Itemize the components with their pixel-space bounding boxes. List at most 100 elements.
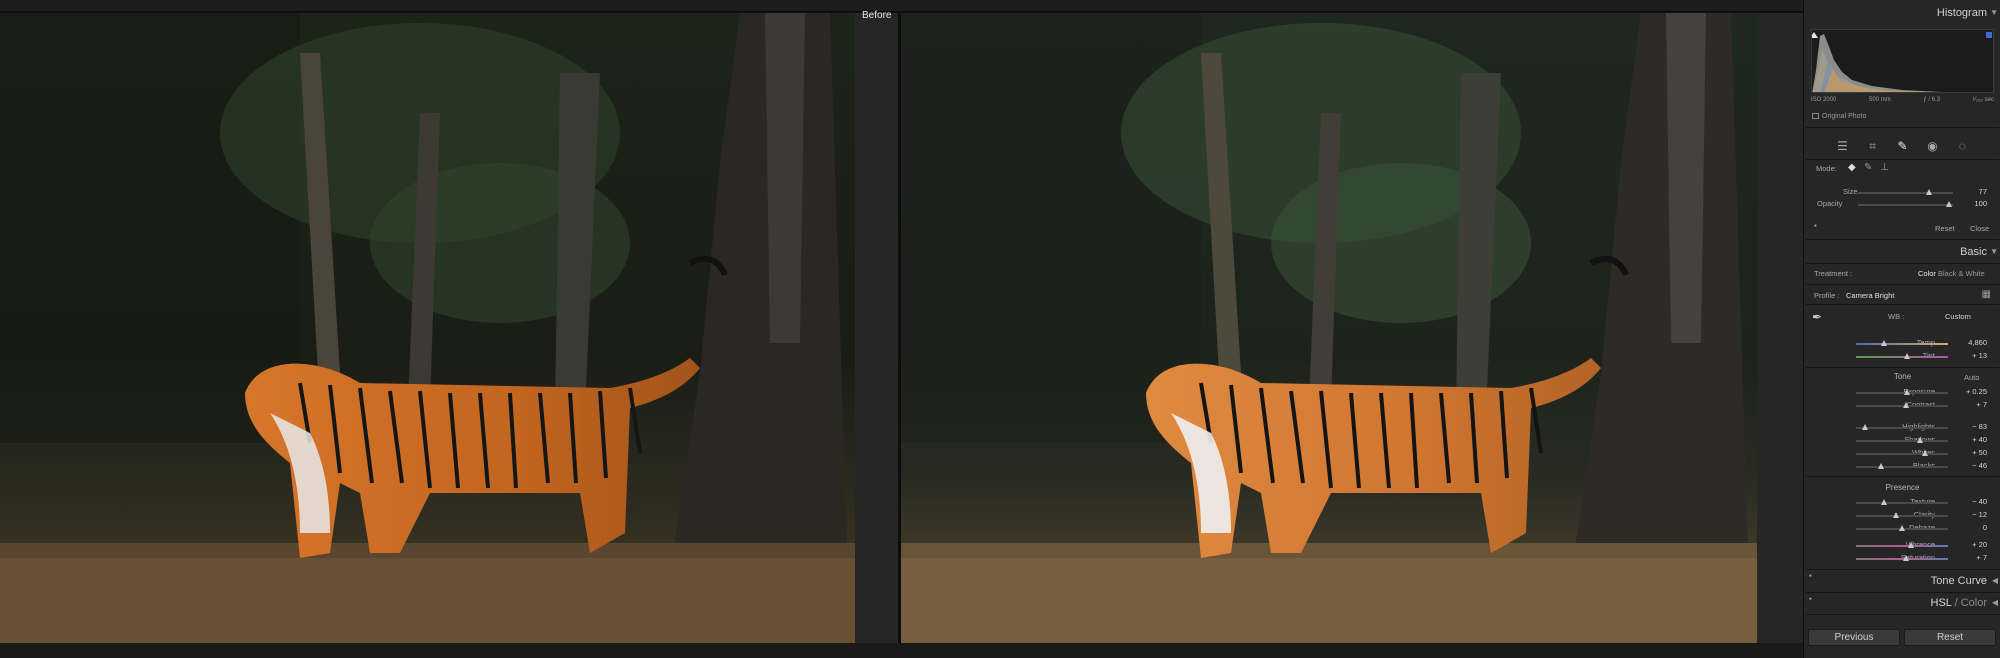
slider-knob[interactable] bbox=[1917, 437, 1924, 443]
red-eye-icon[interactable]: ◉ bbox=[1926, 139, 1940, 153]
previous-button[interactable]: Previous bbox=[1808, 629, 1900, 646]
clone-mode-icon[interactable]: ✎ bbox=[1864, 162, 1872, 173]
slider-knob[interactable] bbox=[1903, 389, 1910, 395]
slider-knob[interactable] bbox=[1899, 525, 1905, 531]
slider-value[interactable]: + 50 bbox=[1957, 448, 1987, 457]
tone-curve-title: Tone Curve bbox=[1930, 575, 1987, 587]
slider-knob[interactable] bbox=[1862, 424, 1869, 430]
separator bbox=[1806, 127, 1999, 128]
after-image[interactable] bbox=[901, 13, 1757, 643]
treatment-label: Treatment : bbox=[1814, 269, 1853, 278]
slider-track[interactable] bbox=[1856, 466, 1948, 468]
separator bbox=[1806, 367, 1999, 368]
panel-toggle-icon[interactable]: ▪ bbox=[1814, 221, 1817, 230]
slider-value[interactable]: − 83 bbox=[1957, 422, 1987, 431]
slider-knob[interactable] bbox=[1908, 542, 1915, 548]
histogram-header[interactable]: Histogram ▼ bbox=[1804, 4, 2000, 22]
slider-value[interactable]: + 13 bbox=[1957, 351, 1987, 360]
presence-label: Presence bbox=[1885, 483, 1920, 492]
opacity-slider-knob[interactable] bbox=[1946, 201, 1952, 207]
separator bbox=[1806, 284, 1999, 285]
color-title[interactable]: Color bbox=[1961, 597, 1987, 609]
opacity-value[interactable]: 100 bbox=[1957, 199, 1987, 208]
slider-knob[interactable] bbox=[1893, 512, 1900, 518]
slider-track[interactable] bbox=[1856, 515, 1948, 517]
slider-track[interactable] bbox=[1856, 545, 1948, 547]
slider-track[interactable] bbox=[1856, 453, 1948, 455]
collapse-triangle-icon[interactable]: ▼ bbox=[1990, 243, 1998, 261]
profile-browser-icon[interactable]: ▦ bbox=[1982, 289, 1991, 300]
edit-sliders-icon[interactable]: ☰ bbox=[1836, 139, 1850, 153]
slider-value[interactable]: 0 bbox=[1957, 523, 1987, 532]
profile-row: Profile : Camera Bright ▦ bbox=[1804, 289, 2000, 303]
separator bbox=[1806, 304, 1999, 305]
treatment-color-option[interactable]: Color bbox=[1918, 269, 1936, 278]
slider-value[interactable]: 4,860 bbox=[1957, 338, 1987, 347]
slider-value[interactable]: − 12 bbox=[1957, 510, 1987, 519]
crop-icon[interactable]: ⌗ bbox=[1866, 139, 1880, 153]
expand-triangle-icon[interactable]: ◀ bbox=[1992, 594, 1998, 612]
slider-track[interactable] bbox=[1856, 427, 1948, 429]
mode-label: Mode: bbox=[1816, 164, 1837, 173]
tone-curve-header[interactable]: Tone Curve ◀ bbox=[1804, 572, 2000, 590]
histogram-exif: ISO 2000 500 mm ƒ / 6.3 ¹⁄₂₅₀ sec bbox=[1811, 97, 1994, 103]
checkbox-icon[interactable] bbox=[1812, 113, 1819, 119]
slider-knob[interactable] bbox=[1922, 450, 1928, 456]
slider-track[interactable] bbox=[1856, 356, 1948, 358]
slider-track[interactable] bbox=[1856, 392, 1948, 394]
before-after-gutter bbox=[855, 13, 901, 643]
exif-shutter: ¹⁄₂₅₀ sec bbox=[1972, 97, 1994, 103]
opacity-slider-track[interactable] bbox=[1858, 204, 1953, 206]
auto-tone-button[interactable]: Auto bbox=[1964, 373, 1979, 382]
slider-knob[interactable] bbox=[1902, 555, 1909, 561]
slider-knob[interactable] bbox=[1877, 463, 1884, 469]
original-photo-toggle[interactable]: Original Photo bbox=[1812, 113, 1866, 120]
heal-close-button[interactable]: Close bbox=[1970, 224, 1989, 233]
masking-icon[interactable]: ◌ bbox=[1956, 139, 1970, 153]
slider-knob[interactable] bbox=[1880, 499, 1887, 505]
slider-value[interactable]: − 40 bbox=[1957, 497, 1987, 506]
slider-value[interactable]: + 7 bbox=[1957, 400, 1987, 409]
reset-button[interactable]: Reset bbox=[1904, 629, 1996, 646]
opacity-label: Opacity bbox=[1817, 199, 1843, 208]
wb-dropdown[interactable]: Custom bbox=[1945, 312, 1971, 321]
slider-row-dehaze: Dehaze0 bbox=[1804, 523, 2000, 535]
slider-row-clarity: Clarity− 12 bbox=[1804, 510, 2000, 522]
basic-header[interactable]: Basic ▼ bbox=[1804, 243, 2000, 261]
slider-knob[interactable] bbox=[1903, 353, 1910, 359]
photo-area: Before bbox=[0, 0, 1803, 658]
slider-value[interactable]: + 7 bbox=[1957, 553, 1987, 562]
right-gutter bbox=[1757, 13, 1803, 643]
slider-value[interactable]: + 0.25 bbox=[1957, 387, 1987, 396]
heal-reset-button[interactable]: Reset bbox=[1935, 224, 1955, 233]
slider-value[interactable]: + 40 bbox=[1957, 435, 1987, 444]
hsl-separator: / bbox=[1951, 597, 1961, 609]
before-image[interactable] bbox=[0, 13, 855, 643]
collapse-triangle-icon[interactable]: ▼ bbox=[1990, 4, 1998, 22]
slider-row-highlights: Highlights− 83 bbox=[1804, 422, 2000, 434]
basic-title: Basic bbox=[1960, 246, 1987, 258]
size-slider-knob[interactable] bbox=[1926, 189, 1932, 195]
separator bbox=[1806, 263, 1999, 264]
slider-knob[interactable] bbox=[1880, 340, 1887, 346]
slider-track[interactable] bbox=[1856, 502, 1948, 504]
hsl-title[interactable]: HSL bbox=[1931, 597, 1952, 609]
size-slider-track[interactable] bbox=[1858, 192, 1953, 194]
size-value[interactable]: 77 bbox=[1957, 187, 1987, 196]
separator bbox=[1806, 239, 1999, 240]
slider-value[interactable]: − 46 bbox=[1957, 461, 1987, 470]
expand-triangle-icon[interactable]: ◀ bbox=[1992, 572, 1998, 590]
slider-track[interactable] bbox=[1856, 440, 1948, 442]
slider-row-whites: Whites+ 50 bbox=[1804, 448, 2000, 460]
slider-value[interactable]: + 20 bbox=[1957, 540, 1987, 549]
heal-mode-icon[interactable]: ◆ bbox=[1848, 162, 1856, 173]
slider-track[interactable] bbox=[1856, 343, 1948, 345]
histogram-display[interactable] bbox=[1811, 29, 1994, 93]
hsl-header[interactable]: HSL / Color ◀ bbox=[1804, 594, 2000, 612]
wb-eyedropper-icon[interactable]: ✒ bbox=[1812, 310, 1822, 324]
healing-brush-icon[interactable]: ✎ bbox=[1896, 139, 1910, 153]
content-aware-icon[interactable]: ⊥ bbox=[1880, 162, 1889, 173]
slider-knob[interactable] bbox=[1902, 402, 1909, 408]
profile-dropdown[interactable]: Camera Bright bbox=[1846, 291, 1894, 300]
treatment-bw-option[interactable]: Black & White bbox=[1938, 269, 1985, 278]
